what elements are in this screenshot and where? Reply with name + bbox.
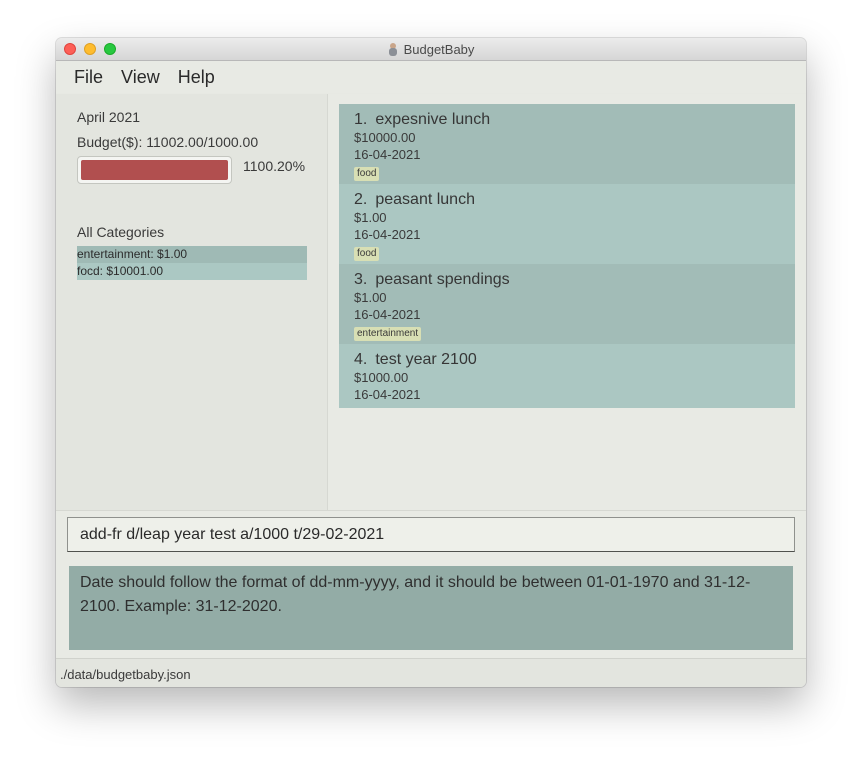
record-category-tag: food <box>354 167 380 181</box>
budget-month: April 2021 <box>77 109 141 125</box>
window-title: BudgetBaby <box>403 41 475 57</box>
record-date: 16-04-2021 <box>354 307 421 322</box>
record-amount: $1000.00 <box>354 370 409 385</box>
window-title-wrap: BudgetBaby <box>56 38 806 60</box>
record-title: 1. expesnive lunch <box>354 110 780 129</box>
categories-title: All Categories <box>77 224 165 240</box>
budget-progress-fill <box>81 160 228 180</box>
command-box-area <box>56 510 806 556</box>
record-date: 16-04-2021 <box>354 227 421 242</box>
record-description: test year 2100 <box>375 351 477 368</box>
record-date: 16-04-2021 <box>354 147 421 162</box>
budget-progress-percent: 1100.20% <box>243 158 306 174</box>
menu-help[interactable]: Help <box>178 67 215 88</box>
record-date: 16-04-2021 <box>354 387 421 402</box>
data-file-path: ./data/budgetbaby.json <box>60 667 191 682</box>
record-title: 3. peasant spendings <box>354 270 780 289</box>
record-description: expesnive lunch <box>375 111 491 128</box>
record-amount: $1.00 <box>354 210 387 225</box>
menu-view[interactable]: View <box>121 67 160 88</box>
record-title: 2. peasant lunch <box>354 190 780 209</box>
budget-panel: April 2021 Budget($): 11002.00/1000.00 1… <box>56 94 328 510</box>
financial-record-card[interactable]: 2. peasant lunch $1.00 16-04-2021 food <box>339 184 795 264</box>
budget-progress-bar <box>77 156 232 184</box>
record-amount: $10000.00 <box>354 130 416 145</box>
financial-record-card[interactable]: 3. peasant spendings $1.00 16-04-2021 ent… <box>339 264 795 344</box>
command-input[interactable] <box>67 517 795 552</box>
record-index: 4. <box>354 351 368 368</box>
menu-file[interactable]: File <box>74 67 103 88</box>
category-item[interactable]: focd: $10001.00 <box>77 263 307 280</box>
financial-records-panel: 1. expesnive lunch $10000.00 16-04-2021 f… <box>328 94 806 510</box>
status-bar: ./data/budgetbaby.json <box>56 658 806 687</box>
record-index: 2. <box>354 191 368 208</box>
record-index: 3. <box>354 271 368 288</box>
category-list[interactable]: entertainment: $1.00 focd: $10001.00 <box>77 246 307 280</box>
record-title: 4. test year 2100 <box>354 350 780 369</box>
result-display: Date should follow the format of dd-mm-y… <box>69 566 793 650</box>
record-index: 1. <box>354 111 368 128</box>
category-item[interactable]: entertainment: $1.00 <box>77 246 307 263</box>
financial-record-list[interactable]: 1. expesnive lunch $10000.00 16-04-2021 f… <box>339 104 795 408</box>
record-category-tag: food <box>354 247 380 261</box>
result-display-area: Date should follow the format of dd-mm-y… <box>56 556 806 658</box>
financial-record-card[interactable]: 4. test year 2100 $1000.00 16-04-2021 <box>339 344 795 408</box>
record-description: peasant lunch <box>375 191 475 208</box>
baby-app-icon <box>388 42 398 56</box>
record-amount: $1.00 <box>354 290 387 305</box>
record-description: peasant spendings <box>375 271 510 288</box>
app-window: BudgetBaby File View Help April 2021 Bud… <box>56 38 806 687</box>
record-category-tag: entertainment <box>354 327 422 341</box>
title-bar: BudgetBaby <box>56 38 806 61</box>
financial-record-card[interactable]: 1. expesnive lunch $10000.00 16-04-2021 f… <box>339 104 795 184</box>
budget-amount: Budget($): 11002.00/1000.00 <box>77 134 259 150</box>
menu-bar: File View Help <box>56 61 806 93</box>
